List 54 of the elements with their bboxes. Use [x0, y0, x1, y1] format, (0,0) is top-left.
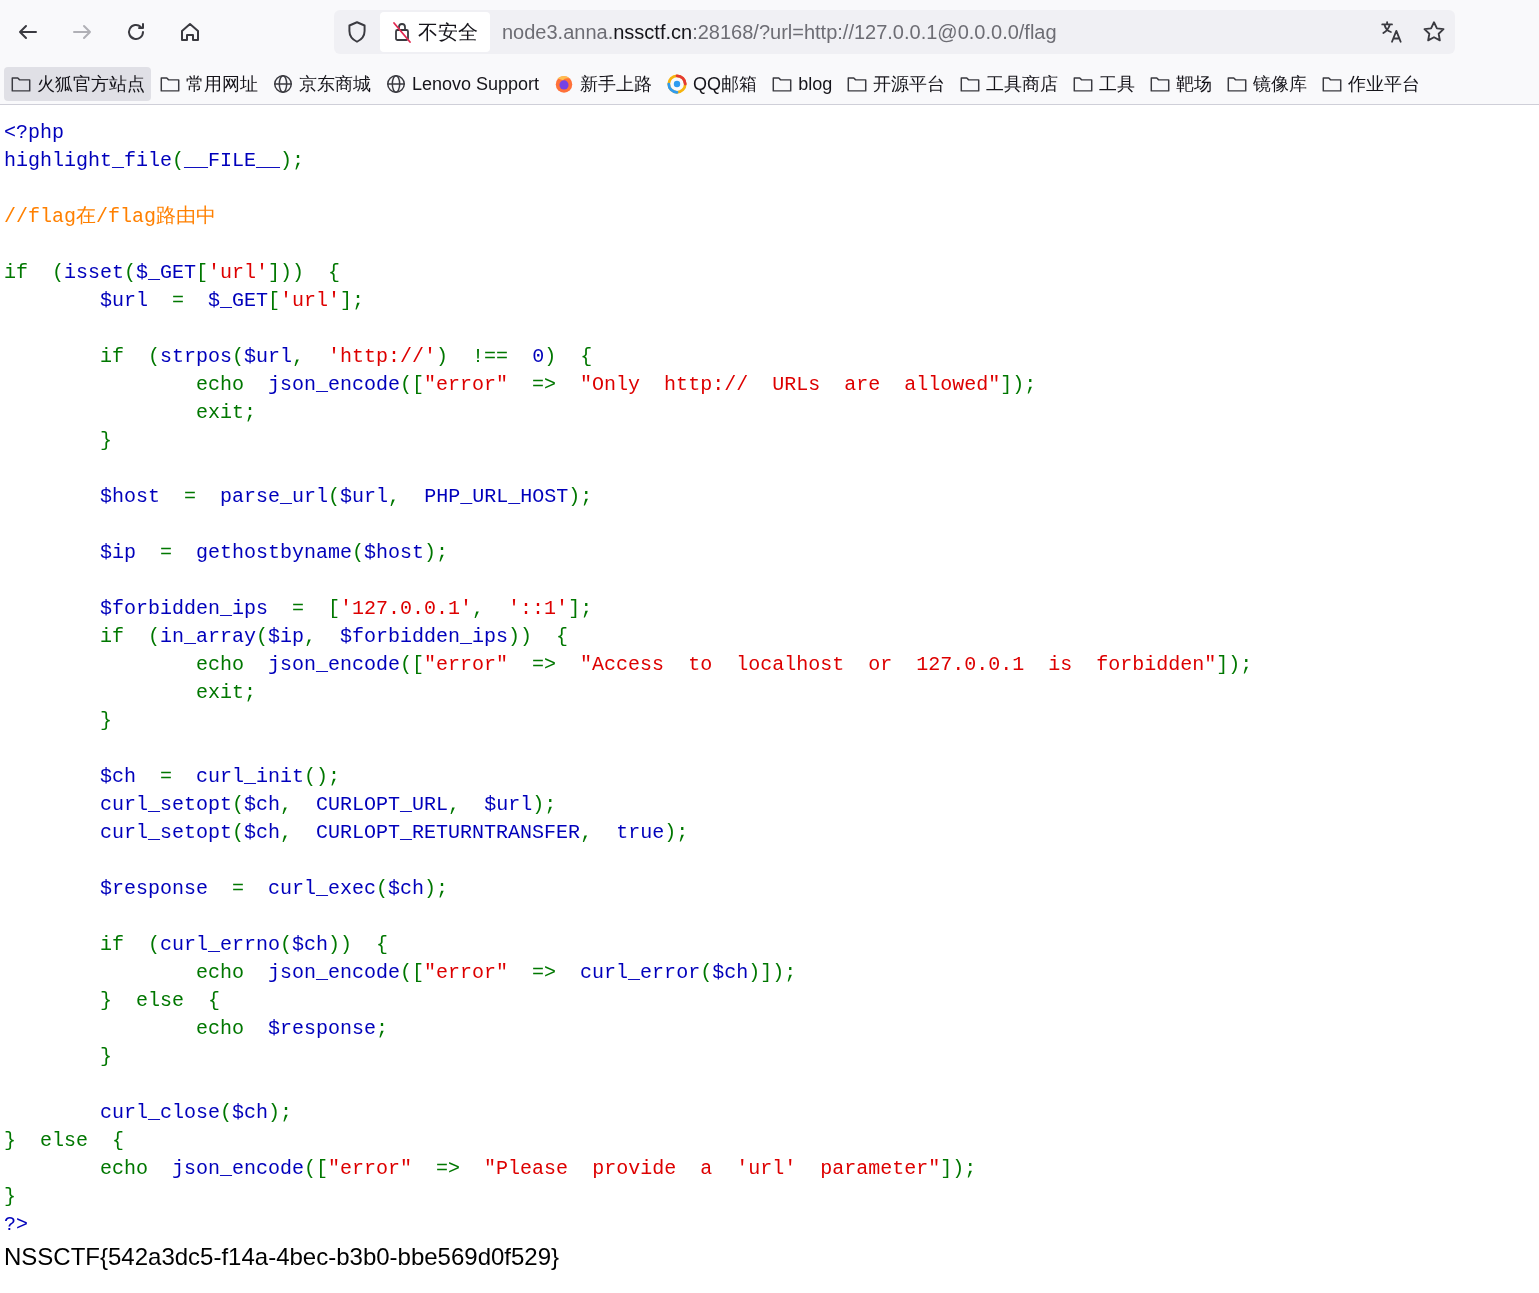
code-line: } else {	[4, 1128, 124, 1154]
code-line: exit;	[195, 680, 257, 706]
bookmark[interactable]: 常用网址	[153, 67, 264, 101]
code-line: }	[99, 428, 112, 454]
code-line: $forbidden_ips = ['127.0.0.1', '::1'];	[99, 596, 593, 622]
code-line: curl_close($ch);	[99, 1100, 293, 1126]
bookmark[interactable]: 镜像库	[1220, 67, 1314, 101]
code-line: $host = parse_url($url, PHP_URL_HOST);	[99, 484, 593, 510]
code-line: $response = curl_exec($ch);	[99, 876, 449, 902]
code-line: }	[99, 1044, 112, 1070]
code-line: if (strpos($url, 'http://') !== 0) {	[99, 344, 593, 370]
code-line: echo json_encode(["error" => "Only http:// URLs are allowed"]);	[195, 372, 1037, 398]
code-line: } else {	[99, 988, 221, 1014]
security-label: 不安全	[418, 19, 478, 45]
code-line: if (curl_errno($ch)) {	[99, 932, 389, 958]
url-text[interactable]: node3.anna.nssctf.cn:28168/?url=http://127.0.0.1@0.0.0.0/flag	[502, 20, 1363, 44]
code-line: //flag在/flag路由中	[4, 204, 217, 230]
code-line: echo json_encode(["error" => "Please provide a 'url' parameter"]);	[99, 1156, 977, 1182]
security-indicator[interactable]: 不安全	[380, 12, 490, 52]
bookmark[interactable]: 火狐官方站点	[4, 67, 151, 101]
globe-icon	[385, 73, 407, 95]
code-line: echo json_encode(["error" => curl_error($ch)]);	[195, 960, 797, 986]
code-line: ?>	[4, 1212, 28, 1238]
bookmark[interactable]: QQ邮箱	[660, 67, 764, 101]
bookmark[interactable]: 新手上路	[547, 67, 659, 101]
flag-output-text: NSSCTF{542a3dc5-f14a-4bec-b3b0-bbe569d0f529}	[3, 1242, 561, 1272]
lock-slash-icon	[390, 20, 414, 44]
code-line: $ip = gethostbyname($host);	[99, 540, 449, 566]
bookmark[interactable]: 工具商店	[953, 67, 1065, 101]
address-bar[interactable]: 不安全 node3.anna.nssctf.cn:28168/?url=http://127.0.0.1@0.0.0.0/flag	[334, 10, 1455, 54]
code-line: $ch = curl_init();	[99, 764, 341, 790]
code-line: }	[4, 1184, 16, 1210]
bookmark[interactable]: 京东商城	[266, 67, 377, 101]
bookmark[interactable]: 工具	[1066, 67, 1142, 101]
code-line: curl_setopt($ch, CURLOPT_RETURNTRANSFER, true);	[99, 820, 689, 846]
translate-icon[interactable]	[1379, 19, 1405, 45]
bookmark[interactable]: Lenovo Support	[379, 67, 546, 101]
bookmark[interactable]: blog	[765, 67, 839, 101]
code-line: curl_setopt($ch, CURLOPT_URL, $url);	[99, 792, 557, 818]
globe-icon	[272, 73, 294, 95]
code-line: echo json_encode(["error" => "Access to localhost or 127.0.0.1 is forbidden"]);	[195, 652, 1253, 678]
home-icon	[178, 20, 202, 44]
code-line: if (isset($_GET['url'])) {	[4, 260, 341, 286]
code-line: <?php	[4, 120, 64, 146]
code-line: $url = $_GET['url'];	[99, 288, 365, 314]
bookmark[interactable]: 开源平台	[840, 67, 952, 101]
bookmark[interactable]: 靶场	[1143, 67, 1219, 101]
bookmark[interactable]: 作业平台	[1315, 67, 1427, 101]
code-line: if (in_array($ip, $forbidden_ips)) {	[99, 624, 569, 650]
code-line: }	[99, 708, 112, 734]
mail-ring-icon	[666, 73, 689, 95]
code-line: exit;	[195, 400, 257, 426]
code-line: highlight_file(__FILE__);	[4, 148, 305, 174]
code-line: echo $response;	[195, 1016, 389, 1042]
